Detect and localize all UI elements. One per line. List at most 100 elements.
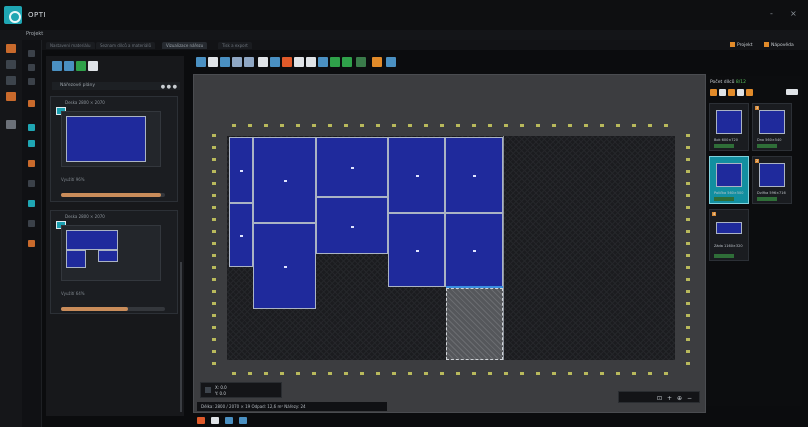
ruler-tick — [212, 314, 216, 317]
tool-icon[interactable] — [28, 180, 35, 187]
tool-icon[interactable] — [28, 100, 35, 107]
ruler-tick — [264, 124, 268, 127]
zoom-in-icon[interactable]: + — [667, 395, 672, 402]
orange-tool-icon[interactable] — [6, 44, 16, 53]
ruler-tick — [424, 372, 428, 375]
tool-icon[interactable] — [28, 140, 35, 147]
status-bar: Délka: 2800 / 2070 × 19 Odpad: 12,6 m² N… — [197, 402, 387, 411]
tool-icon[interactable] — [211, 417, 219, 424]
panel-scrollbar[interactable] — [180, 262, 182, 412]
page-icon[interactable] — [208, 57, 218, 67]
selected-offcut[interactable] — [446, 288, 503, 360]
menu-projekt[interactable]: Projekt — [26, 31, 43, 37]
ruler-tick — [584, 372, 588, 375]
part-tile[interactable]: Bok 600×720 — [709, 103, 749, 151]
ruler-tick — [376, 372, 380, 375]
tool-icon[interactable] — [28, 124, 35, 131]
part[interactable] — [388, 137, 445, 213]
ruler-tick — [632, 372, 636, 375]
tool-icon[interactable] — [28, 200, 35, 207]
tool-icon[interactable] — [28, 220, 35, 227]
layer-icon[interactable] — [318, 57, 328, 67]
plan-card[interactable]: Deska 2800 × 2070 Využití 96% — [50, 96, 178, 202]
part-tile-label: Dno 560×540 — [757, 138, 782, 142]
ruler-tick — [536, 372, 540, 375]
projekt-button[interactable]: Projekt — [730, 42, 753, 48]
tool-icon[interactable] — [239, 417, 247, 424]
close-button[interactable]: × — [790, 9, 797, 18]
zoom-icon[interactable]: ⊕ — [677, 395, 682, 402]
tool-icon[interactable] — [737, 89, 744, 96]
add-icon[interactable] — [330, 57, 340, 67]
ruler-tick — [584, 124, 588, 127]
wrench-icon[interactable] — [6, 120, 16, 129]
settings-icon[interactable] — [270, 57, 280, 67]
part[interactable] — [445, 137, 503, 213]
new-icon[interactable] — [196, 57, 206, 67]
copy-plan-icon[interactable] — [64, 61, 74, 71]
tool-icon[interactable] — [197, 417, 205, 424]
move-icon[interactable] — [342, 57, 352, 67]
tool-icon[interactable] — [6, 76, 16, 85]
tab-visualization[interactable]: Vizualizace nářezu — [162, 42, 208, 49]
tool-icon[interactable] — [6, 60, 16, 69]
minimize-button[interactable]: - — [770, 9, 773, 18]
part[interactable] — [316, 137, 388, 197]
left-toolbar — [0, 40, 22, 427]
export-plan-icon[interactable] — [88, 61, 98, 71]
tool-icon[interactable] — [28, 240, 35, 247]
tool-icon[interactable] — [719, 89, 726, 96]
tab-export[interactable]: Tisk a export — [218, 42, 252, 49]
plan-thumbnail[interactable] — [61, 111, 161, 167]
tool-icon[interactable] — [28, 78, 35, 85]
star-icon[interactable] — [372, 57, 382, 67]
orange-tool-icon[interactable] — [6, 92, 16, 101]
save-icon[interactable] — [220, 57, 230, 67]
part[interactable] — [253, 137, 316, 223]
tool-icon[interactable] — [28, 160, 35, 167]
zoom-fit-icon[interactable]: ⊡ — [657, 395, 662, 402]
redo-icon[interactable] — [244, 57, 254, 67]
ruler-tick — [212, 182, 216, 185]
delete-icon[interactable] — [282, 57, 292, 67]
ruler-tick — [686, 134, 690, 137]
zoom-out-icon[interactable]: − — [687, 395, 692, 402]
part[interactable] — [445, 213, 503, 287]
cut-icon[interactable] — [356, 57, 366, 67]
tool-icon[interactable] — [28, 64, 35, 71]
tool-icon[interactable] — [28, 50, 35, 57]
part[interactable] — [229, 137, 253, 203]
plan-card-title: Deska 2800 × 2070 — [65, 100, 105, 105]
refresh-icon[interactable] — [76, 61, 86, 71]
part[interactable] — [253, 223, 316, 309]
help-button[interactable]: Nápověda — [764, 42, 794, 48]
part-tile[interactable]: 2 Dvířka 596×716 — [752, 156, 792, 204]
part-tile-selected[interactable]: Polička 560×500 — [709, 156, 749, 204]
part[interactable] — [316, 197, 388, 254]
zoom-controls: ⊡ + ⊕ − — [618, 391, 700, 403]
panel-options-icon[interactable]: ● ● ● — [161, 83, 177, 91]
part[interactable] — [229, 203, 253, 267]
copy-icon[interactable] — [306, 57, 316, 67]
tool-icon[interactable] — [225, 417, 233, 424]
projekt-label: Projekt — [737, 43, 753, 48]
ruler-tick — [344, 124, 348, 127]
tool-icon[interactable] — [746, 89, 753, 96]
part-tile[interactable]: 3 Dno 560×540 — [752, 103, 792, 151]
tool-icon[interactable] — [728, 89, 735, 96]
undo-icon[interactable] — [232, 57, 242, 67]
part[interactable] — [388, 213, 445, 287]
tab-material[interactable]: Nastavení materiálu — [46, 42, 95, 49]
grid-icon[interactable] — [258, 57, 268, 67]
ruler-tick — [568, 372, 572, 375]
part-tile[interactable]: 4 Záda 1160×320 — [709, 209, 749, 261]
tool-icon[interactable] — [710, 89, 717, 96]
toggle-icon[interactable] — [786, 89, 798, 95]
tab-parts[interactable]: Seznam dílců a materiálů — [96, 42, 155, 49]
plan-thumbnail[interactable] — [61, 225, 161, 281]
export-icon[interactable] — [386, 57, 396, 67]
plan-usage-label: Využití 96% — [61, 177, 85, 182]
pen-icon[interactable] — [294, 57, 304, 67]
plan-card[interactable]: Deska 2800 × 2070 Využití 64% — [50, 210, 178, 314]
add-plan-icon[interactable] — [52, 61, 62, 71]
